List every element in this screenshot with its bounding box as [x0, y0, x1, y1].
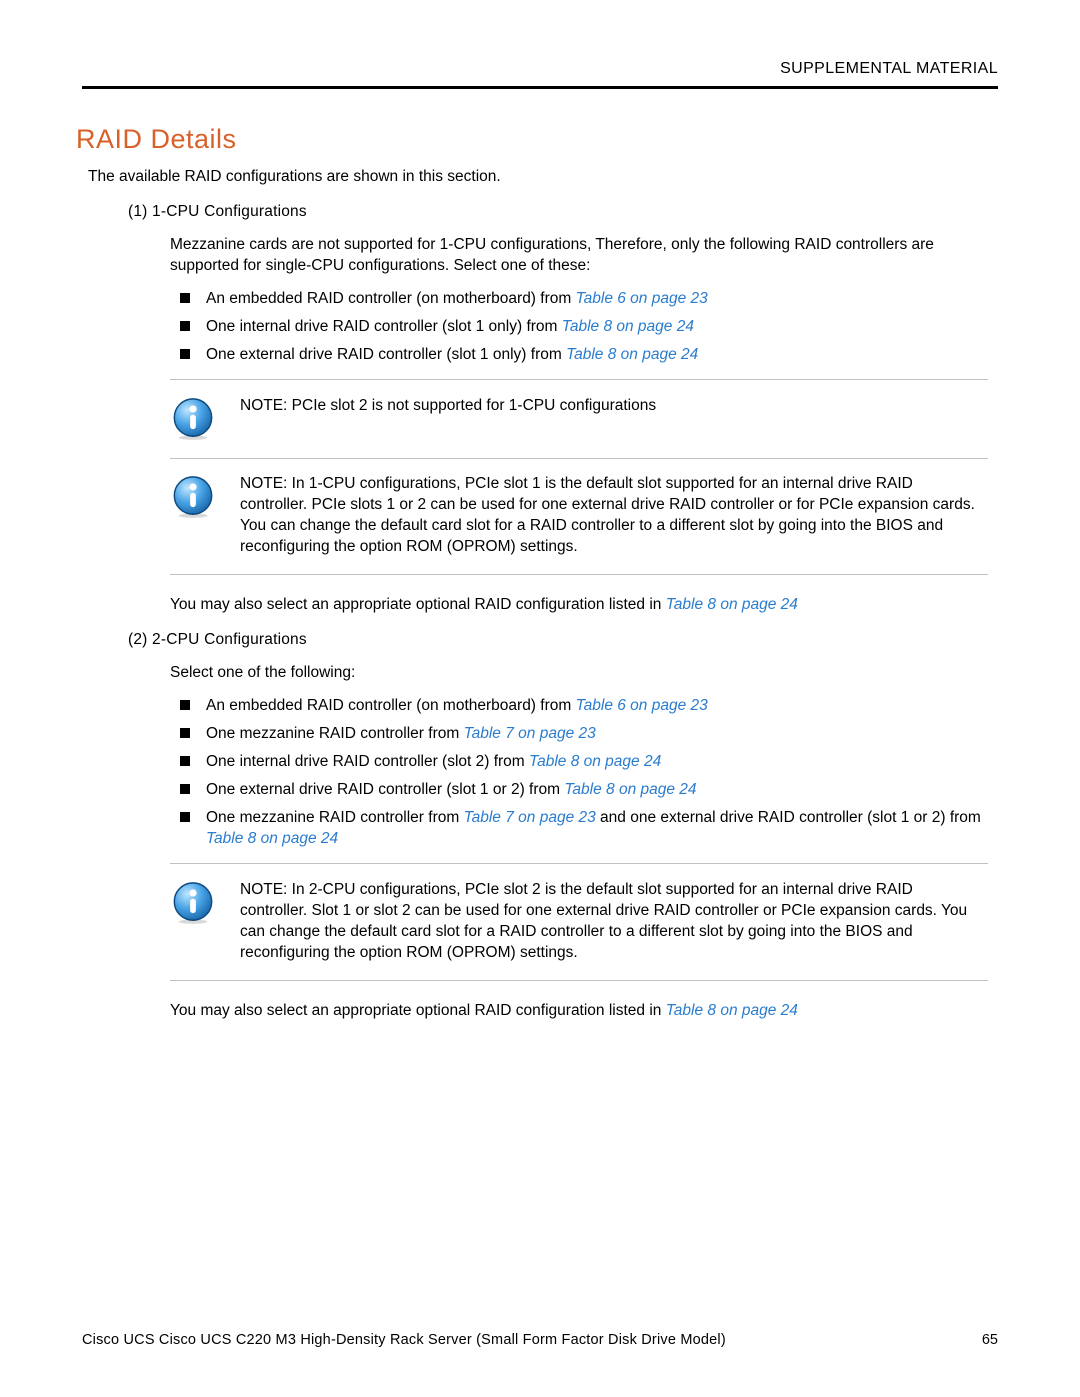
list-item: One mezzanine RAID controller from Table… [180, 808, 988, 850]
note-text: NOTE: In 1-CPU configurations, PCIe slot… [240, 474, 988, 558]
config-2cpu-after: You may also select an appropriate optio… [170, 1001, 988, 1022]
table-reference-link[interactable]: Table 7 on page 23 [464, 809, 596, 826]
list-item: One external drive RAID controller (slot… [180, 345, 988, 366]
list-item: An embedded RAID controller (on motherbo… [180, 696, 988, 717]
table-reference-link[interactable]: Table 6 on page 23 [576, 697, 708, 714]
config-2cpu-body: Select one of the following: An embedded… [170, 663, 988, 1022]
info-icon [170, 474, 216, 520]
table-reference-link[interactable]: Table 7 on page 23 [464, 725, 596, 742]
section-title: RAID Details [76, 121, 998, 157]
list-item: One internal drive RAID controller (slot… [180, 752, 988, 773]
config-1cpu-list: An embedded RAID controller (on motherbo… [180, 289, 988, 366]
table-reference-link[interactable]: Table 6 on page 23 [576, 290, 708, 307]
after-text: You may also select an appropriate optio… [170, 1002, 666, 1019]
table-reference-link[interactable]: Table 8 on page 24 [562, 318, 694, 335]
config-1cpu-body: Mezzanine cards are not supported for 1-… [170, 235, 988, 616]
note-text: NOTE: In 2-CPU configurations, PCIe slot… [240, 880, 988, 964]
list-item: An embedded RAID controller (on motherbo… [180, 289, 988, 310]
list-item-text: One mezzanine RAID controller from [206, 809, 464, 826]
table-reference-link[interactable]: Table 8 on page 24 [206, 830, 338, 847]
list-item-text: An embedded RAID controller (on motherbo… [206, 290, 576, 307]
list-item-text: One external drive RAID controller (slot… [206, 781, 564, 798]
header-label: SUPPLEMENTAL MATERIAL [82, 58, 998, 80]
list-item-text: and one external drive RAID controller (… [596, 809, 981, 826]
page: SUPPLEMENTAL MATERIAL RAID Details The a… [0, 0, 1080, 1397]
info-icon [170, 880, 216, 926]
page-number: 65 [982, 1331, 998, 1351]
config-1cpu-after: You may also select an appropriate optio… [170, 595, 988, 616]
footer-title: Cisco UCS Cisco UCS C220 M3 High-Density… [82, 1331, 726, 1351]
table-reference-link[interactable]: Table 8 on page 24 [564, 781, 696, 798]
page-footer: Cisco UCS Cisco UCS C220 M3 High-Density… [82, 1331, 998, 1351]
list-item-text: One mezzanine RAID controller from [206, 725, 464, 742]
note-box: NOTE: In 1-CPU configurations, PCIe slot… [170, 458, 988, 575]
list-item: One external drive RAID controller (slot… [180, 780, 988, 801]
config-2cpu-heading: (2) 2-CPU Configurations [128, 630, 998, 651]
config-1cpu-paragraph: Mezzanine cards are not supported for 1-… [170, 235, 988, 277]
list-item: One internal drive RAID controller (slot… [180, 317, 988, 338]
table-reference-link[interactable]: Table 8 on page 24 [529, 753, 661, 770]
table-reference-link[interactable]: Table 8 on page 24 [666, 1002, 798, 1019]
info-icon [170, 396, 216, 442]
table-reference-link[interactable]: Table 8 on page 24 [666, 596, 798, 613]
note-box: NOTE: PCIe slot 2 is not supported for 1… [170, 379, 988, 459]
header-rule [82, 86, 998, 89]
intro-paragraph: The available RAID configurations are sh… [88, 167, 998, 188]
note-text: NOTE: PCIe slot 2 is not supported for 1… [240, 396, 988, 417]
list-item-text: One external drive RAID controller (slot… [206, 346, 566, 363]
config-1cpu-heading: (1) 1-CPU Configurations [128, 202, 998, 223]
table-reference-link[interactable]: Table 8 on page 24 [566, 346, 698, 363]
after-text: You may also select an appropriate optio… [170, 596, 666, 613]
config-2cpu-paragraph: Select one of the following: [170, 663, 988, 684]
note-box: NOTE: In 2-CPU configurations, PCIe slot… [170, 863, 988, 981]
list-item: One mezzanine RAID controller from Table… [180, 724, 988, 745]
list-item-text: One internal drive RAID controller (slot… [206, 318, 562, 335]
list-item-text: An embedded RAID controller (on motherbo… [206, 697, 576, 714]
config-2cpu-list: An embedded RAID controller (on motherbo… [180, 696, 988, 850]
list-item-text: One internal drive RAID controller (slot… [206, 753, 529, 770]
